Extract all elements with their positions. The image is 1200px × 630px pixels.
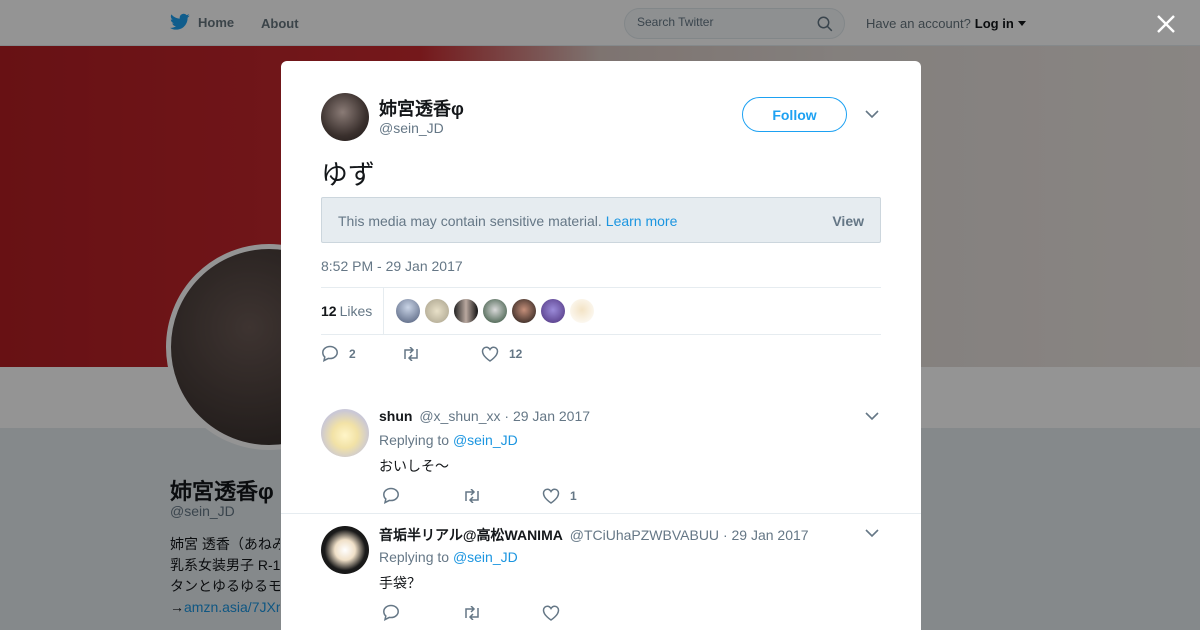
- reply-text: おいしそ〜: [379, 459, 449, 475]
- follow-button[interactable]: Follow: [742, 97, 847, 132]
- sensitive-message: This media may contain sensitive materia…: [338, 213, 677, 229]
- retweet-icon: [404, 346, 418, 361]
- reply-avatar[interactable]: [321, 409, 369, 457]
- reply-header: 音垢半リアル@高松WANIMA @TCiUhaPZWBVABUU · 29 Ja…: [379, 525, 809, 545]
- retweet-icon: [465, 488, 479, 503]
- reply-tweet[interactable]: shun @x_shun_xx · 29 Jan 2017 Replying t…: [281, 393, 921, 513]
- retweet-action[interactable]: [401, 346, 481, 361]
- replying-to: Replying to @sein_JD: [379, 432, 518, 448]
- reply-count: 2: [349, 346, 356, 361]
- tweet-stats: 12 Likes: [321, 287, 881, 335]
- chevron-down-icon[interactable]: [865, 109, 879, 119]
- replying-to-prefix: Replying to: [379, 432, 450, 448]
- reply-icon: [383, 604, 399, 621]
- replying-to-prefix: Replying to: [379, 549, 450, 565]
- tweet-timestamp[interactable]: 8:52 PM - 29 Jan 2017: [321, 258, 463, 274]
- like-action[interactable]: 1: [542, 487, 577, 504]
- stats-divider: [383, 288, 384, 334]
- replying-to-link[interactable]: @sein_JD: [453, 549, 518, 565]
- like-count: 1: [570, 488, 577, 503]
- heart-icon: [481, 345, 499, 362]
- like-action[interactable]: 12: [481, 345, 523, 362]
- reply-date[interactable]: · 29 Jan 2017: [504, 408, 590, 424]
- liker-avatar[interactable]: [512, 299, 536, 323]
- reply-avatar[interactable]: [321, 526, 369, 574]
- sensitive-media-notice: This media may contain sensitive materia…: [321, 197, 881, 243]
- close-icon[interactable]: [1155, 13, 1177, 35]
- tweet-text: ゆず: [321, 160, 375, 191]
- reply-author-handle[interactable]: @TCiUhaPZWBVABUU: [570, 527, 719, 543]
- liker-avatar[interactable]: [483, 299, 507, 323]
- reply-author-name[interactable]: shun: [379, 408, 412, 424]
- liker-avatar[interactable]: [396, 299, 420, 323]
- view-media-button[interactable]: View: [832, 213, 864, 229]
- reply-action[interactable]: [382, 604, 462, 621]
- like-count: 12: [509, 346, 523, 361]
- likes-count: 12: [321, 303, 337, 319]
- reply-header: shun @x_shun_xx · 29 Jan 2017: [379, 408, 590, 424]
- reply-date[interactable]: · 29 Jan 2017: [723, 527, 809, 543]
- reply-action[interactable]: [382, 487, 462, 504]
- liker-avatar[interactable]: [570, 299, 594, 323]
- chevron-down-icon[interactable]: [865, 528, 879, 538]
- likes-label: Likes: [339, 303, 373, 319]
- likers-list: [396, 299, 594, 323]
- sensitive-message-text: This media may contain sensitive materia…: [338, 213, 602, 229]
- like-action[interactable]: [542, 604, 570, 621]
- reply-tweet[interactable]: 音垢半リアル@高松WANIMA @TCiUhaPZWBVABUU · 29 Ja…: [281, 514, 921, 630]
- replying-to: Replying to @sein_JD: [379, 549, 518, 565]
- heart-icon: [542, 604, 560, 621]
- reply-action[interactable]: 2: [321, 345, 401, 362]
- retweet-action[interactable]: [462, 488, 542, 503]
- likes-stat[interactable]: 12 Likes: [321, 303, 372, 319]
- liker-avatar[interactable]: [425, 299, 449, 323]
- author-name[interactable]: 姉宮透香φ: [379, 95, 464, 121]
- reply-actions: [382, 604, 570, 621]
- reply-text: 手袋？: [379, 576, 421, 592]
- liker-avatar[interactable]: [541, 299, 565, 323]
- chevron-down-icon[interactable]: [865, 411, 879, 421]
- tweet-modal: 姉宮透香φ @sein_JD Follow ゆず This media may …: [281, 61, 921, 630]
- replying-to-link[interactable]: @sein_JD: [453, 432, 518, 448]
- retweet-icon: [465, 605, 479, 620]
- liker-avatar[interactable]: [454, 299, 478, 323]
- author-handle[interactable]: @sein_JD: [379, 120, 444, 136]
- reply-author-handle[interactable]: @x_shun_xx: [419, 408, 500, 424]
- reply-actions: 1: [382, 487, 577, 504]
- learn-more-link[interactable]: Learn more: [606, 213, 678, 229]
- reply-icon: [322, 345, 338, 362]
- reply-author-name[interactable]: 音垢半リアル@高松WANIMA: [379, 527, 563, 543]
- retweet-action[interactable]: [462, 605, 542, 620]
- tweet-actions: 2 12: [321, 345, 522, 362]
- author-avatar[interactable]: [321, 93, 369, 141]
- reply-icon: [383, 487, 399, 504]
- heart-icon: [542, 487, 560, 504]
